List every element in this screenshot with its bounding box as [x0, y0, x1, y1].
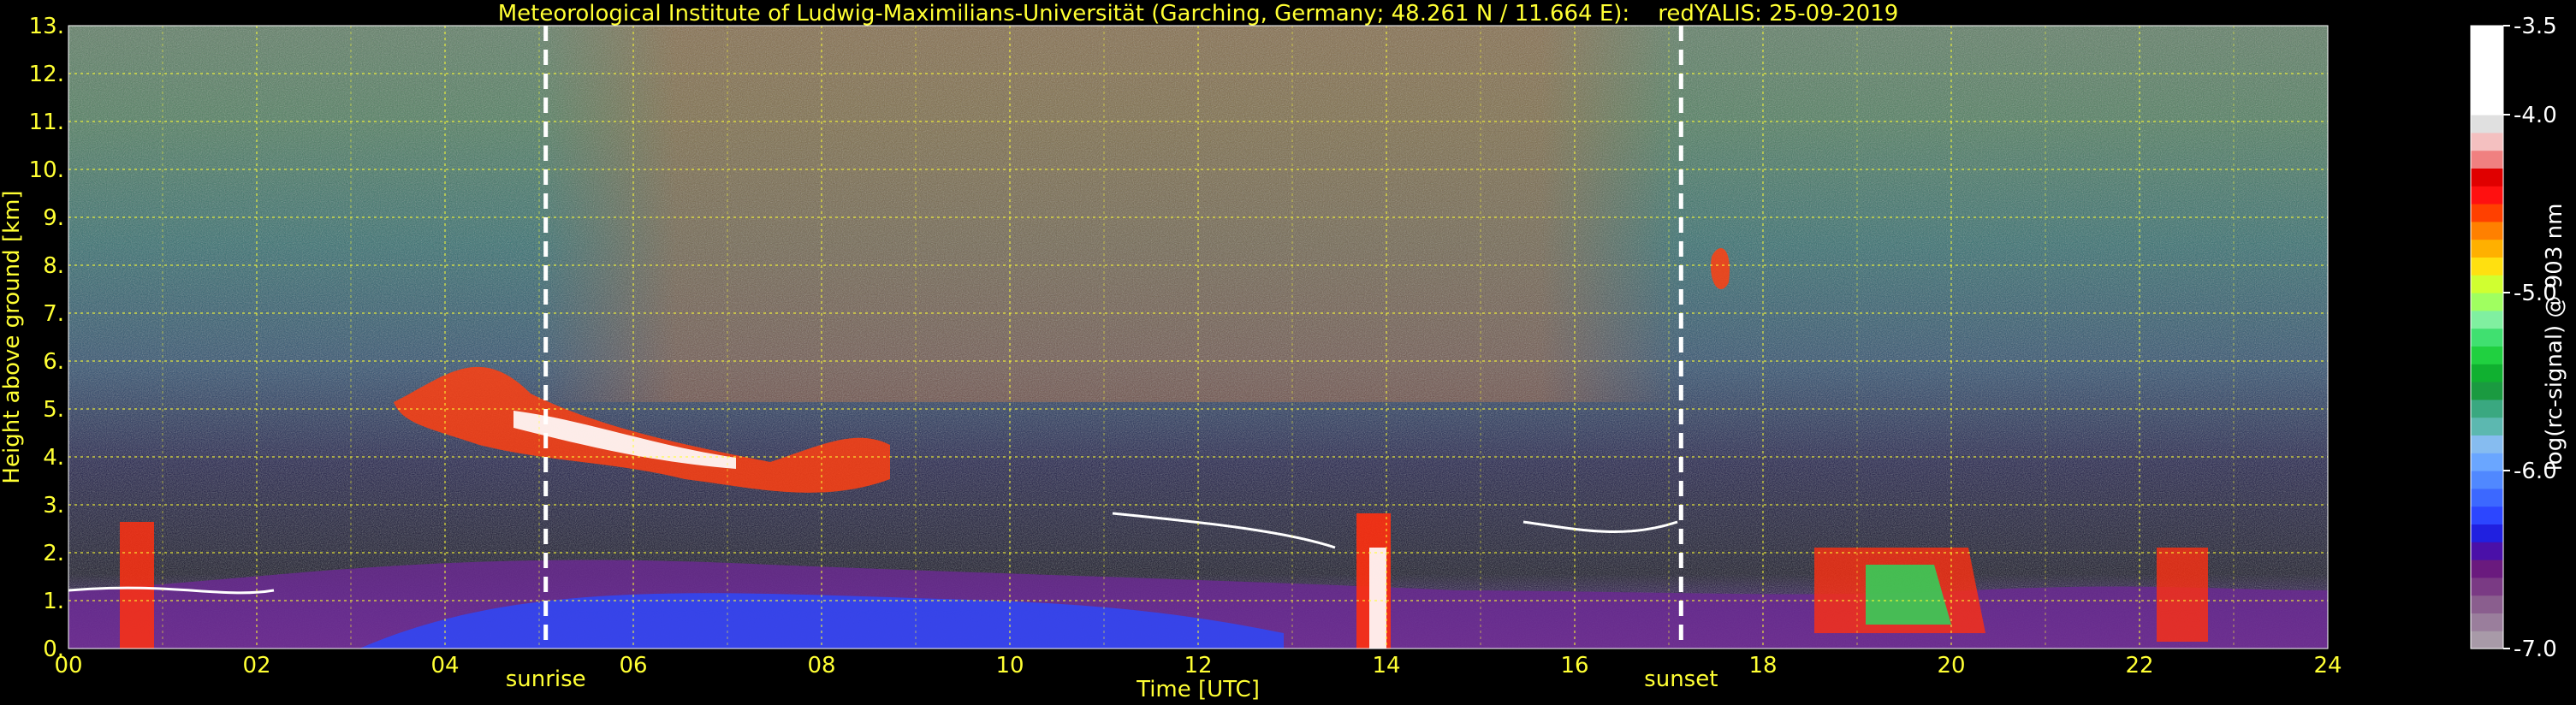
colorbar-swatch [2471, 257, 2503, 275]
colorbar-swatch [2471, 524, 2503, 542]
y-tick-label: 3. [43, 493, 64, 518]
x-tick-label: 22 [2125, 653, 2153, 678]
colorbar-swatch [2471, 382, 2503, 400]
colorbar-swatch [2471, 560, 2503, 578]
x-tick-label: 18 [1748, 653, 1777, 678]
colorbar-swatch [2471, 61, 2503, 80]
y-tick-label: 5. [43, 397, 64, 423]
lidar-chart: sunrise sunset 00 02 04 06 08 10 12 14 16 18 20 22 24… [0, 1, 2567, 702]
x-tick-label: 04 [430, 653, 459, 678]
colorbar-swatch [2471, 275, 2503, 293]
y-tick-label: 12. [29, 62, 64, 87]
colorbar-swatch [2471, 577, 2503, 596]
colorbar-tick-label: -7.0 [2514, 637, 2557, 662]
y-tick-label: 2. [43, 541, 64, 566]
colorbar-swatch [2471, 595, 2503, 613]
y-tick-label: 10. [29, 157, 64, 183]
x-tick-label: 10 [995, 653, 1024, 678]
y-tick-label: 1. [43, 589, 64, 614]
y-tick-label: 7. [43, 301, 64, 327]
colorbar-swatch [2471, 613, 2503, 631]
y-tick-label: 0. [43, 637, 64, 662]
colorbar-swatch [2471, 150, 2503, 169]
colorbar-swatch [2471, 453, 2503, 471]
colorbar-label: log(rc-signal) @ 903 nm [2542, 204, 2567, 471]
x-axis-ticks: 00 02 04 06 08 10 12 14 16 18 20 22 24 [54, 653, 2342, 678]
colorbar-swatch [2471, 417, 2503, 435]
colorbar-swatch [2471, 542, 2503, 560]
colorbar-swatch [2471, 488, 2503, 507]
colorbar-swatch [2471, 346, 2503, 364]
annotation-label: sunset [1644, 666, 1718, 692]
colorbar-swatch [2471, 631, 2503, 649]
colorbar-swatch [2471, 239, 2503, 258]
x-tick-label: 06 [619, 653, 647, 678]
x-tick-label: 16 [1560, 653, 1588, 678]
x-axis-label: Time [UTC] [1136, 677, 1260, 702]
colorbar-swatch [2471, 506, 2503, 524]
colorbar-swatch [2471, 132, 2503, 151]
colorbar-swatch [2471, 168, 2503, 187]
colorbar-swatch [2471, 310, 2503, 329]
colorbar-swatch [2471, 26, 2503, 44]
y-tick-label: 6. [43, 349, 64, 375]
colorbar-tick-label: -4.0 [2514, 103, 2557, 128]
colorbar-swatch [2471, 204, 2503, 222]
colorbar-swatch [2471, 221, 2503, 240]
y-tick-label: 8. [43, 253, 64, 279]
y-axis-ticks: 0. 1. 2. 3. 4. 5. 6. 7. 8. 9. 10. 11. 12. 13. [29, 14, 64, 662]
x-tick-label: 20 [1937, 653, 1965, 678]
colorbar-tick-label: -3.5 [2514, 14, 2557, 39]
x-tick-label: 12 [1184, 653, 1212, 678]
chart-title: Meteorological Institute of Ludwig-Maxim… [498, 1, 1899, 27]
x-tick-label: 14 [1372, 653, 1400, 678]
y-tick-label: 4. [43, 445, 64, 471]
colorbar-swatch [2471, 186, 2503, 204]
colorbar-swatch [2471, 43, 2503, 62]
x-tick-label: 02 [242, 653, 270, 678]
colorbar-swatch [2471, 97, 2503, 116]
y-tick-label: 13. [29, 14, 64, 39]
colorbar-swatch [2471, 471, 2503, 489]
x-tick-label: 08 [807, 653, 835, 678]
y-tick-label: 9. [43, 205, 64, 231]
colorbar-swatch [2471, 435, 2503, 453]
colorbar-swatch [2471, 293, 2503, 311]
colorbar-swatch [2471, 79, 2503, 98]
colorbar-swatch [2471, 328, 2503, 347]
y-axis-label: Height above ground [km] [0, 190, 25, 483]
colorbar-swatch [2471, 115, 2503, 133]
colorbar [2470, 25, 2504, 649]
y-tick-label: 11. [29, 110, 64, 135]
colorbar-swatch [2471, 364, 2503, 382]
annotation-label: sunrise [506, 666, 586, 692]
colorbar-swatch [2471, 399, 2503, 418]
x-tick-label: 24 [2313, 653, 2342, 678]
